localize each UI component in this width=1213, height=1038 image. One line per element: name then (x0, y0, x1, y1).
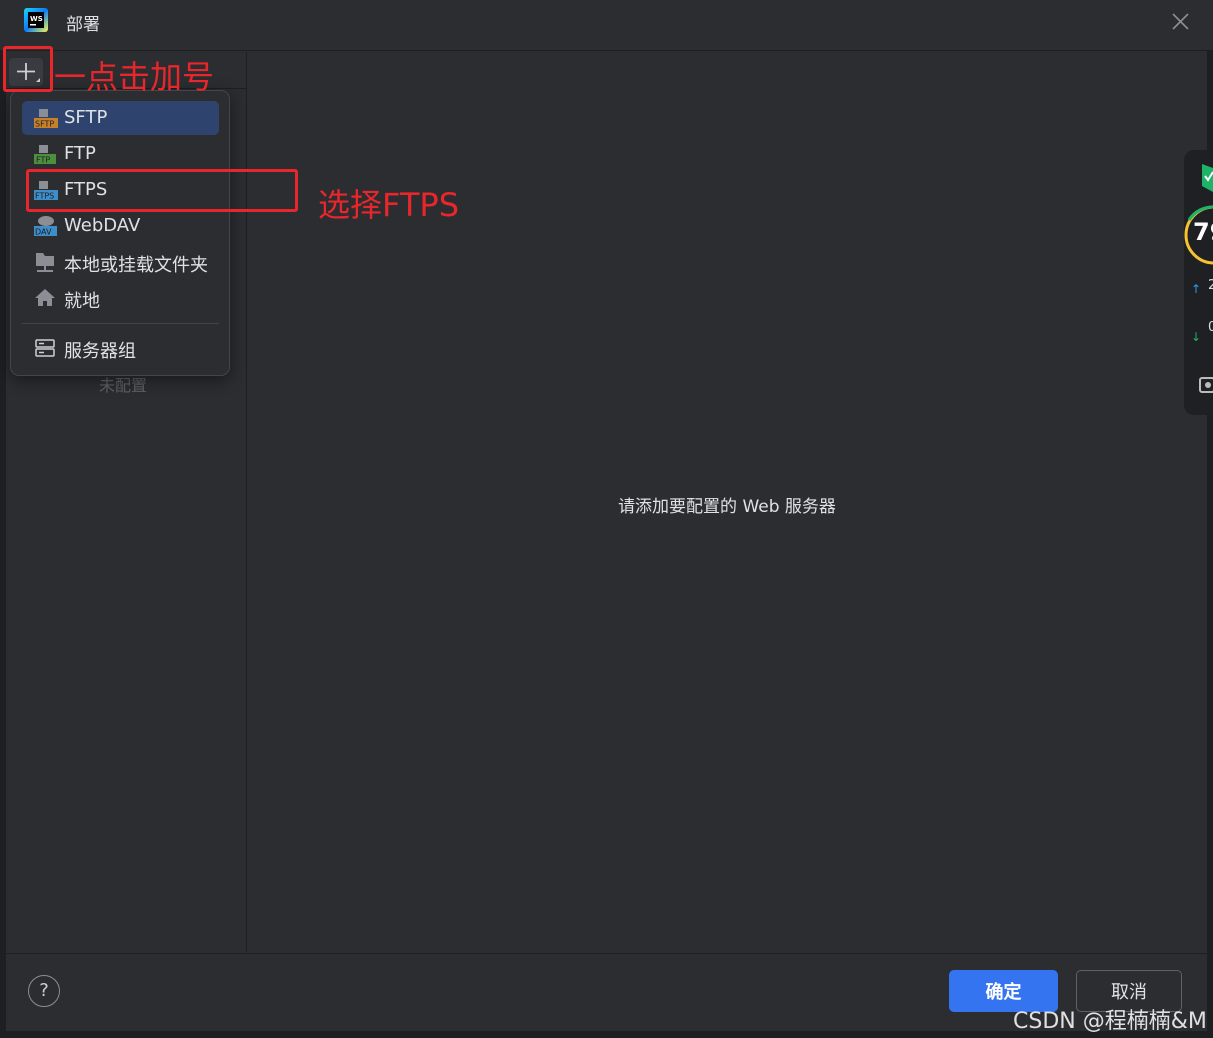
svg-text:WS: WS (30, 15, 43, 23)
menu-item-label: SFTP (64, 107, 108, 128)
annotation-choose-ftps: 选择FTPS (318, 186, 460, 224)
svg-text:FTP: FTP (36, 156, 50, 165)
webdav-icon: DAV (34, 216, 57, 237)
ftp-icon: FTP (34, 145, 56, 165)
menu-item-label: 就地 (64, 291, 100, 312)
menu-item-webdav[interactable]: DAV WebDAV (22, 209, 219, 243)
download-value: 0 (1208, 320, 1213, 335)
network-speed-widget[interactable]: 79 ↑ 2 ↓ 0 (1184, 150, 1213, 415)
menu-item-local-folder[interactable]: 本地或挂载文件夹 (22, 245, 219, 279)
menu-item-in-place[interactable]: 就地 (22, 281, 219, 315)
annotation-ftps-highlight (26, 169, 298, 212)
folder-icon (36, 253, 54, 272)
menu-item-label: 本地或挂载文件夹 (64, 255, 208, 276)
upload-value: 2 (1208, 278, 1213, 293)
menu-item-sftp[interactable]: SFTP SFTP (22, 101, 219, 135)
menu-item-label: WebDAV (64, 215, 141, 236)
annotation-plus-highlight (3, 46, 53, 92)
close-icon[interactable] (1170, 8, 1192, 34)
menu-item-label: 服务器组 (64, 341, 136, 362)
upload-arrow-icon: ↑ (1191, 282, 1202, 296)
menu-separator (22, 323, 219, 324)
dialog-titlebar: WS 部署 (0, 0, 1213, 51)
help-button[interactable]: ? (28, 975, 60, 1007)
server-group-icon (35, 339, 55, 357)
menu-item-ftp[interactable]: FTP FTP (22, 137, 219, 171)
svg-text:SFTP: SFTP (35, 120, 54, 129)
add-server-menu: SFTP SFTP FTP FTP FTPS FTPS DAV WebDAV 本… (10, 90, 230, 376)
svg-text:DAV: DAV (35, 228, 52, 237)
score-value: 79 (1193, 218, 1213, 246)
sftp-icon: SFTP (34, 109, 58, 129)
dialog-title: 部署 (66, 15, 100, 35)
shield-icon (1202, 164, 1213, 192)
csdn-watermark: CSDN @程楠楠&M (1013, 1009, 1207, 1034)
menu-item-label: FTP (64, 143, 96, 164)
webstorm-logo-icon: WS (24, 8, 48, 32)
menu-item-server-group[interactable]: 服务器组 (22, 331, 219, 365)
annotation-click-plus: 一点击加号 (54, 58, 215, 96)
home-icon (35, 289, 55, 306)
empty-state-message: 请添加要配置的 Web 服务器 (618, 497, 836, 517)
download-arrow-icon: ↓ (1191, 330, 1202, 344)
camera-icon (1199, 377, 1213, 393)
